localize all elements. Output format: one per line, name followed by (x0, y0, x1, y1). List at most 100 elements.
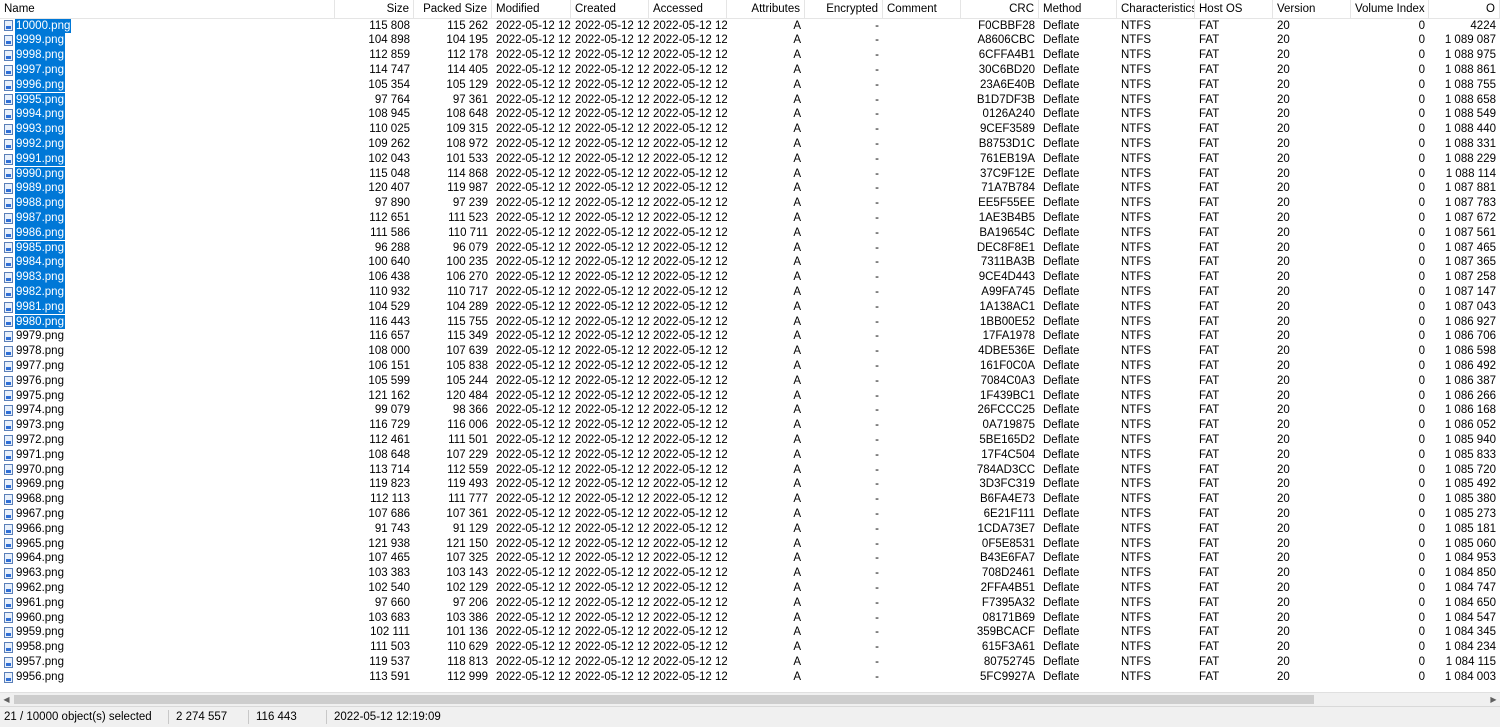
column-header-off[interactable]: O (1429, 0, 1500, 18)
file-row[interactable]: 9981.png 104 529 104 289 2022-05-12 12:19 20… (0, 299, 1500, 315)
file-name[interactable]: 9999.png (15, 33, 65, 49)
file-name[interactable]: 9981.png (15, 299, 65, 315)
file-row[interactable]: 9967.png 107 686 107 361 2022-05-12 12:19 20… (0, 507, 1500, 522)
file-row[interactable]: 9986.png 111 586 110 711 2022-05-12 12:19 20… (0, 225, 1500, 241)
file-row[interactable]: 9979.png 116 657 115 349 2022-05-12 12:19 20… (0, 329, 1500, 344)
file-name[interactable]: 9982.png (15, 284, 65, 300)
file-row[interactable]: 9984.png 100 640 100 235 2022-05-12 12:19 20… (0, 255, 1500, 271)
file-row[interactable]: 9972.png 112 461 111 501 2022-05-12 12:19 20… (0, 433, 1500, 448)
file-row[interactable]: 9989.png 120 407 119 987 2022-05-12 12:19 20… (0, 181, 1500, 197)
file-name[interactable]: 9961.png (15, 596, 65, 611)
file-row[interactable]: 9990.png 115 048 114 868 2022-05-12 12:19 20… (0, 166, 1500, 182)
file-name[interactable]: 9990.png (15, 166, 65, 182)
file-row[interactable]: 9956.png 113 591 112 999 2022-05-12 12:19 20… (0, 670, 1500, 685)
file-row[interactable]: 9971.png 108 648 107 229 2022-05-12 12:19 20… (0, 448, 1500, 463)
file-name[interactable]: 9966.png (15, 522, 65, 537)
file-row[interactable]: 9991.png 102 043 101 533 2022-05-12 12:19 20… (0, 151, 1500, 167)
file-row[interactable]: 9980.png 116 443 115 755 2022-05-12 12:19 20… (0, 314, 1500, 330)
file-name[interactable]: 9959.png (15, 625, 65, 640)
file-name[interactable]: 9996.png (15, 77, 65, 93)
column-header-name[interactable]: Name (0, 0, 335, 18)
file-name[interactable]: 9967.png (15, 507, 65, 522)
file-row[interactable]: 9963.png 103 383 103 143 2022-05-12 12:19 20… (0, 566, 1500, 581)
scrollbar-thumb[interactable] (14, 695, 1314, 704)
column-header-ver[interactable]: Version (1273, 0, 1351, 18)
column-header-enc[interactable]: Encrypted (805, 0, 883, 18)
file-row[interactable]: 9992.png 109 262 108 972 2022-05-12 12:19 20… (0, 136, 1500, 152)
column-header-size[interactable]: Size (335, 0, 414, 18)
file-row[interactable]: 9976.png 105 599 105 244 2022-05-12 12:19 20… (0, 374, 1500, 389)
file-row[interactable]: 9961.png 97 660 97 206 2022-05-12 12:19 2022… (0, 596, 1500, 611)
column-header-comment[interactable]: Comment (883, 0, 961, 18)
column-header-host[interactable]: Host OS (1195, 0, 1273, 18)
file-row[interactable]: 9970.png 113 714 112 559 2022-05-12 12:19 20… (0, 463, 1500, 478)
file-row[interactable]: 9974.png 99 079 98 366 2022-05-12 12:19 2022… (0, 403, 1500, 418)
file-name[interactable]: 9983.png (15, 270, 65, 285)
file-row[interactable]: 9993.png 110 025 109 315 2022-05-12 12:19 20… (0, 122, 1500, 137)
file-row[interactable]: 9958.png 111 503 110 629 2022-05-12 12:19 20… (0, 640, 1500, 655)
column-header-accessed[interactable]: Accessed (649, 0, 727, 18)
file-name[interactable]: 9958.png (15, 640, 65, 655)
file-name[interactable]: 9963.png (15, 566, 65, 581)
file-row[interactable]: 10000.png 115 808 115 262 2022-05-12 12:19 2… (0, 18, 1500, 34)
file-row[interactable]: 9962.png 102 540 102 129 2022-05-12 12:19 20… (0, 581, 1500, 596)
file-row[interactable]: 9985.png 96 288 96 079 2022-05-12 12:19 2022… (0, 240, 1500, 256)
file-row[interactable]: 9960.png 103 683 103 386 2022-05-12 12:19 20… (0, 611, 1500, 626)
file-name[interactable]: 9989.png (15, 181, 65, 197)
file-row[interactable]: 9999.png 104 898 104 195 2022-05-12 12:19 20… (0, 33, 1500, 49)
horizontal-scrollbar[interactable]: ◀ ▶ (0, 692, 1500, 706)
file-name[interactable]: 9993.png (15, 122, 65, 137)
file-name[interactable]: 9960.png (15, 611, 65, 626)
file-name[interactable]: 9968.png (15, 492, 65, 507)
file-name[interactable]: 9965.png (15, 537, 65, 552)
scroll-left-arrow-icon[interactable]: ◀ (0, 693, 13, 706)
file-name[interactable]: 9976.png (15, 374, 65, 389)
file-name[interactable]: 9988.png (15, 196, 65, 211)
file-row[interactable]: 9978.png 108 000 107 639 2022-05-12 12:19 20… (0, 344, 1500, 359)
file-row[interactable]: 9966.png 91 743 91 129 2022-05-12 12:19 2022… (0, 522, 1500, 537)
column-header-crc[interactable]: CRC (961, 0, 1039, 18)
file-name[interactable]: 9985.png (15, 240, 65, 256)
file-row[interactable]: 9973.png 116 729 116 006 2022-05-12 12:19 20… (0, 418, 1500, 433)
file-name[interactable]: 9992.png (15, 136, 65, 152)
file-name[interactable]: 9972.png (15, 433, 65, 448)
file-name[interactable]: 9994.png (15, 107, 65, 123)
scroll-right-arrow-icon[interactable]: ▶ (1487, 693, 1500, 706)
file-name[interactable]: 9973.png (15, 418, 65, 433)
file-name[interactable]: 9975.png (15, 389, 65, 404)
file-name[interactable]: 9962.png (15, 581, 65, 596)
file-name[interactable]: 9969.png (15, 477, 65, 492)
column-header-chars[interactable]: Characteristics (1117, 0, 1195, 18)
file-row[interactable]: 9994.png 108 945 108 648 2022-05-12 12:19 20… (0, 107, 1500, 123)
file-row[interactable]: 9977.png 106 151 105 838 2022-05-12 12:19 20… (0, 359, 1500, 374)
file-row[interactable]: 9969.png 119 823 119 493 2022-05-12 12:19 20… (0, 477, 1500, 492)
file-row[interactable]: 9997.png 114 747 114 405 2022-05-12 12:19 20… (0, 62, 1500, 78)
column-header-attr[interactable]: Attributes (727, 0, 805, 18)
file-name[interactable]: 9987.png (15, 210, 65, 226)
file-row[interactable]: 9965.png 121 938 121 150 2022-05-12 12:19 20… (0, 537, 1500, 552)
column-header-packed[interactable]: Packed Size (414, 0, 492, 18)
file-name[interactable]: 9986.png (15, 225, 65, 241)
file-row[interactable]: 9983.png 106 438 106 270 2022-05-12 12:19 20… (0, 270, 1500, 285)
file-name[interactable]: 9998.png (15, 48, 65, 63)
file-name[interactable]: 9971.png (15, 448, 65, 463)
file-row[interactable]: 9987.png 112 651 111 523 2022-05-12 12:19 20… (0, 210, 1500, 226)
file-name[interactable]: 9980.png (15, 314, 65, 330)
file-name[interactable]: 9979.png (15, 329, 65, 344)
file-name[interactable]: 9997.png (15, 62, 65, 78)
file-row[interactable]: 9957.png 119 537 118 813 2022-05-12 12:19 20… (0, 655, 1500, 670)
column-header-created[interactable]: Created (571, 0, 649, 18)
file-name[interactable]: 9978.png (15, 344, 65, 359)
file-row[interactable]: 9995.png 97 764 97 361 2022-05-12 12:19 2022… (0, 92, 1500, 108)
file-name[interactable]: 9977.png (15, 359, 65, 374)
column-header-vol[interactable]: Volume Index (1351, 0, 1429, 18)
column-header-modified[interactable]: Modified (492, 0, 571, 18)
file-row[interactable]: 9964.png 107 465 107 325 2022-05-12 12:19 20… (0, 551, 1500, 566)
file-name[interactable]: 9984.png (15, 255, 65, 271)
file-name[interactable]: 9974.png (15, 403, 65, 418)
file-name[interactable]: 9964.png (15, 551, 65, 566)
file-row[interactable]: 9982.png 110 932 110 717 2022-05-12 12:19 20… (0, 284, 1500, 300)
file-name[interactable]: 9995.png (15, 92, 65, 108)
file-name[interactable]: 9956.png (15, 670, 65, 685)
file-row[interactable]: 9959.png 102 111 101 136 2022-05-12 12:19 20… (0, 625, 1500, 640)
